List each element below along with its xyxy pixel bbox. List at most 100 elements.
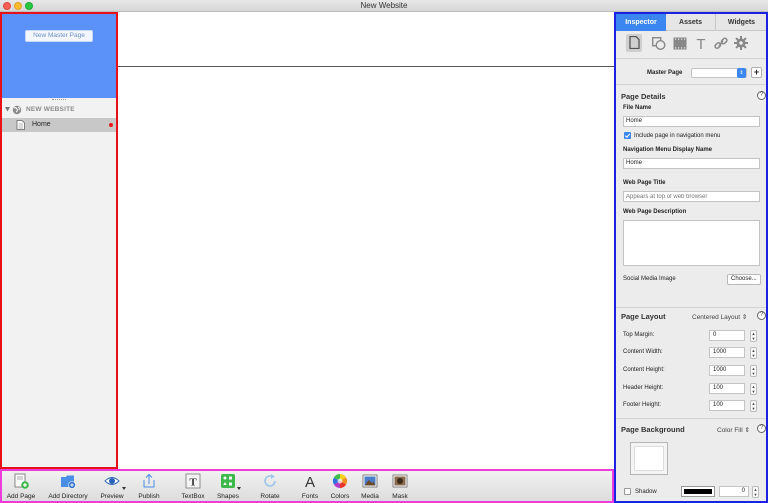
top-margin-field[interactable]: 0 [709,330,745,341]
svg-text:T: T [189,477,197,489]
layout-value: Centered Layout [692,314,741,321]
master-page-select[interactable]: ⇕ [691,68,747,78]
help-icon[interactable]: ? [757,311,766,320]
file-name-field[interactable]: Home [623,116,760,127]
page-item-home[interactable]: Home [2,118,116,132]
header-height-field[interactable]: 100 [709,383,745,394]
gear-icon[interactable] [734,36,748,50]
social-media-image-label: Social Media Image [623,276,676,282]
help-icon[interactable]: ? [757,91,766,100]
add-page-label: Add Page [6,493,36,500]
content-height-stepper[interactable]: ▲ ▼ [750,365,757,377]
content-width-stepper[interactable]: ▲ ▼ [750,347,757,359]
shapes-icon [221,474,235,488]
shape-inspector-icon[interactable] [652,37,666,50]
shadow-value-field[interactable]: 0 [719,486,749,497]
shapes-button[interactable]: Shapes [214,473,242,501]
add-directory-icon [61,475,76,489]
new-master-page-button[interactable]: New Master Page [25,30,93,42]
film-strip-icon[interactable] [673,37,687,50]
fill-select[interactable]: Color Fill ⇕ [717,426,750,434]
chevron-down-icon [122,487,126,490]
inspector-panel: Inspector Assets Widgets T Master Page ⇕… [614,12,768,503]
shadow-stepper[interactable]: ▲ ▼ [752,486,759,498]
background-color-swatch [634,446,664,471]
footer-height-stepper[interactable]: ▲ ▼ [750,400,757,412]
preview-label: Preview [100,493,124,500]
resize-handle[interactable] [52,99,66,100]
page-item-label: Home [32,121,51,128]
web-page-description-field[interactable] [623,220,760,266]
master-page-area[interactable]: New Master Page [2,14,116,98]
page-list-sidebar: New Master Page NEW WEBSITE Home [0,12,118,469]
add-directory-button[interactable]: Add Directory [46,473,90,501]
page-inspector-tab[interactable] [626,34,642,52]
color-wheel-icon [332,473,348,489]
layout-select[interactable]: Centered Layout ⇕ [692,313,747,321]
tab-inspector[interactable]: Inspector [616,14,666,31]
include-nav-label: Include page in navigation menu [634,133,721,139]
background-color-well[interactable] [630,442,668,475]
page-icon [16,120,25,130]
site-row[interactable]: NEW WEBSITE [2,104,116,115]
select-arrows-icon: ⇕ [737,68,746,78]
help-icon[interactable]: ? [757,424,766,433]
content-width-field[interactable]: 1000 [709,347,745,358]
textbox-label: TextBox [181,493,205,500]
fonts-button[interactable]: A Fonts [298,473,322,501]
web-page-description-label: Web Page Description [623,209,687,215]
preview-button[interactable]: Preview [98,473,126,501]
page-details-title: Page Details [621,92,666,101]
unsaved-indicator-icon [109,123,113,127]
textbox-button[interactable]: T TextBox [178,473,208,501]
page-background-title: Page Background [621,425,685,434]
include-nav-checkbox[interactable] [624,132,631,139]
colors-label: Colors [330,493,350,500]
shadow-checkbox[interactable] [624,488,631,495]
globe-icon [12,105,22,115]
svg-text:A: A [305,474,315,489]
fonts-label: Fonts [301,493,319,500]
window-title: New Website [360,1,408,10]
select-arrows-icon: ⇕ [741,314,748,321]
shadow-color-swatch [684,489,712,494]
link-icon[interactable] [714,37,728,50]
shadow-color-well[interactable] [681,486,715,497]
eye-icon [104,477,120,485]
tab-widgets[interactable]: Widgets [717,14,766,31]
disclosure-triangle-icon[interactable] [5,107,10,112]
media-button[interactable]: Media [358,473,382,501]
textbox-icon: T [185,473,201,489]
chevron-down-icon [237,487,241,490]
checkmark-icon [624,133,631,139]
mask-icon [392,474,408,488]
nav-display-name-field[interactable]: Home [623,158,760,169]
top-margin-stepper[interactable]: ▲ ▼ [750,330,757,342]
text-inspector-icon[interactable]: T [695,36,707,50]
header-height-stepper[interactable]: ▲ ▼ [750,383,757,395]
add-page-icon [14,473,29,489]
rotate-label: Rotate [260,493,280,500]
web-page-title-field[interactable] [623,191,760,202]
page-layout-title: Page Layout [621,312,666,321]
colors-button[interactable]: Colors [328,473,352,501]
add-page-button[interactable]: Add Page [4,473,38,501]
header-boundary-line[interactable] [118,66,614,67]
bottom-toolbar: Add Page Add Directory Preview Publish T… [0,469,614,503]
site-name-label: NEW WEBSITE [26,106,75,113]
publish-button[interactable]: Publish [135,473,163,501]
svg-text:T: T [696,36,705,50]
add-master-page-button[interactable]: + [751,67,762,78]
footer-height-field[interactable]: 100 [709,400,745,411]
choose-image-button[interactable]: Choose... [727,274,761,285]
tab-assets[interactable]: Assets [666,14,716,31]
rotate-button[interactable]: Rotate [258,473,282,501]
content-height-field[interactable]: 1000 [709,365,745,376]
fill-value: Color Fill [717,427,743,434]
mask-button[interactable]: Mask [388,473,412,501]
publish-icon [143,473,155,488]
footer-height-label: Footer Height: [623,402,662,408]
shadow-label: Shadow [635,489,657,495]
inspector-tab-bar: Inspector Assets Widgets [616,14,766,31]
page-canvas[interactable] [118,12,614,469]
